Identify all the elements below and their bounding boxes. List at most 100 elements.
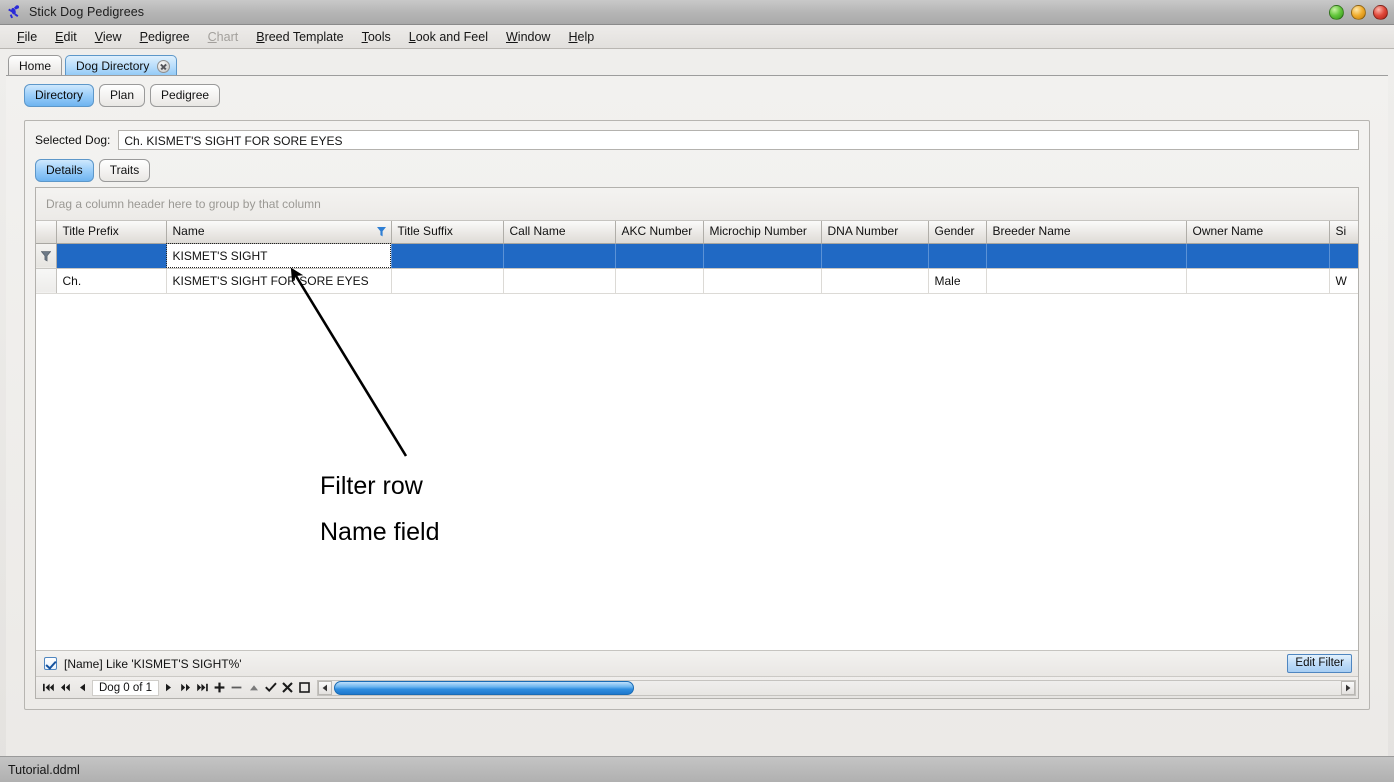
- next-page-button[interactable]: [177, 679, 194, 697]
- menu-chart: Chart: [199, 28, 248, 46]
- tab-pedigree[interactable]: Pedigree: [150, 84, 220, 107]
- edit-record-button[interactable]: [245, 679, 262, 697]
- menu-bar: File Edit View Pedigree Chart Breed Temp…: [0, 25, 1394, 49]
- content-panel: Directory Plan Pedigree Selected Dog: Ch…: [6, 75, 1388, 756]
- post-edit-button[interactable]: [262, 679, 279, 697]
- tab-plan[interactable]: Plan: [99, 84, 145, 107]
- cell-akc-number[interactable]: [615, 268, 703, 293]
- filter-cell-name[interactable]: KISMET'S SIGHT: [166, 243, 391, 268]
- maximize-button[interactable]: [1351, 5, 1366, 20]
- funnel-icon[interactable]: [377, 226, 386, 236]
- title-bar: Stick Dog Pedigrees: [0, 0, 1394, 25]
- filter-cell-dna-number[interactable]: [821, 243, 928, 268]
- filter-status-bar: [Name] Like 'KISMET'S SIGHT%' Edit Filte…: [36, 650, 1358, 676]
- window-tab-dog-directory[interactable]: Dog Directory: [65, 55, 177, 76]
- filter-cell-microchip-number[interactable]: [703, 243, 821, 268]
- menu-pedigree[interactable]: Pedigree: [131, 28, 199, 46]
- menu-edit[interactable]: Edit: [46, 28, 86, 46]
- scrollbar-thumb[interactable]: [334, 681, 634, 695]
- record-position: Dog 0 of 1: [92, 680, 159, 696]
- filter-cell-title-suffix[interactable]: [391, 243, 503, 268]
- filter-cell-gender[interactable]: [928, 243, 986, 268]
- horizontal-scrollbar[interactable]: [317, 680, 1356, 696]
- cell-sire[interactable]: W: [1329, 268, 1358, 293]
- tab-traits[interactable]: Traits: [99, 159, 151, 182]
- column-header-akc-number[interactable]: AKC Number: [615, 221, 703, 243]
- window-tab-home-label: Home: [19, 59, 51, 73]
- menu-look-and-feel[interactable]: Look and Feel: [400, 28, 497, 46]
- menu-help[interactable]: Help: [559, 28, 603, 46]
- menu-tools[interactable]: Tools: [353, 28, 400, 46]
- column-header-title-prefix[interactable]: Title Prefix: [56, 221, 166, 243]
- column-header-owner-name[interactable]: Owner Name: [1186, 221, 1329, 243]
- menu-window[interactable]: Window: [497, 28, 559, 46]
- cell-gender[interactable]: Male: [928, 268, 986, 293]
- filter-enabled-checkbox[interactable]: [44, 657, 57, 670]
- menu-breed-template[interactable]: Breed Template: [247, 28, 352, 46]
- column-header-label: AKC Number: [622, 224, 693, 238]
- prior-record-button[interactable]: [74, 679, 91, 697]
- cell-title-suffix[interactable]: [391, 268, 503, 293]
- scroll-right-button[interactable]: [1341, 681, 1355, 695]
- record-navigator: Dog 0 of 1: [36, 676, 1358, 698]
- menu-view[interactable]: View: [86, 28, 131, 46]
- table-row[interactable]: Ch. KISMET'S SIGHT FOR SORE EYES Male: [36, 268, 1358, 293]
- cancel-edit-button[interactable]: [279, 679, 296, 697]
- column-header-gender[interactable]: Gender: [928, 221, 986, 243]
- dog-table: Title Prefix Name Title Suffix Call Name…: [36, 221, 1358, 294]
- insert-record-button[interactable]: [211, 679, 228, 697]
- selected-dog-row: Selected Dog: Ch. KISMET'S SIGHT FOR SOR…: [25, 121, 1369, 150]
- table-header-row: Title Prefix Name Title Suffix Call Name…: [36, 221, 1358, 243]
- cell-name[interactable]: KISMET'S SIGHT FOR SORE EYES: [166, 268, 391, 293]
- next-record-button[interactable]: [160, 679, 177, 697]
- column-header-label: Title Prefix: [63, 224, 119, 238]
- filter-row-indicator: [36, 243, 56, 268]
- edit-filter-button[interactable]: Edit Filter: [1287, 654, 1352, 673]
- column-header-call-name[interactable]: Call Name: [503, 221, 615, 243]
- column-header-name[interactable]: Name: [166, 221, 391, 243]
- menu-file[interactable]: File: [8, 28, 46, 46]
- filter-cell-owner-name[interactable]: [1186, 243, 1329, 268]
- cell-owner-name[interactable]: [1186, 268, 1329, 293]
- filter-cell-breeder-name[interactable]: [986, 243, 1186, 268]
- filter-cell-title-prefix[interactable]: [56, 243, 166, 268]
- column-header-label: Call Name: [510, 224, 566, 238]
- tab-directory[interactable]: Directory: [24, 84, 94, 107]
- window-tab-home[interactable]: Home: [8, 55, 62, 76]
- column-header-label: DNA Number: [828, 224, 899, 238]
- filter-cell-sire[interactable]: [1329, 243, 1358, 268]
- cell-dna-number[interactable]: [821, 268, 928, 293]
- selected-dog-field[interactable]: Ch. KISMET'S SIGHT FOR SORE EYES: [118, 130, 1359, 150]
- dog-grid-panel: Drag a column header here to group by th…: [35, 187, 1359, 699]
- selected-dog-label: Selected Dog:: [35, 133, 110, 147]
- scroll-left-button[interactable]: [318, 681, 332, 695]
- group-by-box[interactable]: Drag a column header here to group by th…: [36, 188, 1358, 221]
- cell-breeder-name[interactable]: [986, 268, 1186, 293]
- filter-cell-call-name[interactable]: [503, 243, 615, 268]
- column-header-label: Si: [1336, 224, 1347, 238]
- tab-details[interactable]: Details: [35, 159, 94, 182]
- prior-page-button[interactable]: [57, 679, 74, 697]
- close-button[interactable]: [1373, 5, 1388, 20]
- row-indicator-header: [36, 221, 56, 243]
- delete-record-button[interactable]: [228, 679, 245, 697]
- column-header-breeder-name[interactable]: Breeder Name: [986, 221, 1186, 243]
- minimize-button[interactable]: [1329, 5, 1344, 20]
- first-record-button[interactable]: [40, 679, 57, 697]
- filter-cell-akc-number[interactable]: [615, 243, 703, 268]
- refresh-button[interactable]: [296, 679, 313, 697]
- cell-title-prefix[interactable]: Ch.: [56, 268, 166, 293]
- scrollbar-track[interactable]: [332, 681, 1341, 695]
- last-record-button[interactable]: [194, 679, 211, 697]
- cell-microchip-number[interactable]: [703, 268, 821, 293]
- funnel-icon: [41, 251, 51, 262]
- column-header-microchip-number[interactable]: Microchip Number: [703, 221, 821, 243]
- row-indicator: [36, 268, 56, 293]
- filter-row: KISMET'S SIGHT: [36, 243, 1358, 268]
- column-header-title-suffix[interactable]: Title Suffix: [391, 221, 503, 243]
- cell-call-name[interactable]: [503, 268, 615, 293]
- directory-panel: Selected Dog: Ch. KISMET'S SIGHT FOR SOR…: [24, 120, 1370, 710]
- column-header-dna-number[interactable]: DNA Number: [821, 221, 928, 243]
- close-icon[interactable]: [157, 60, 170, 73]
- column-header-sire[interactable]: Si: [1329, 221, 1358, 243]
